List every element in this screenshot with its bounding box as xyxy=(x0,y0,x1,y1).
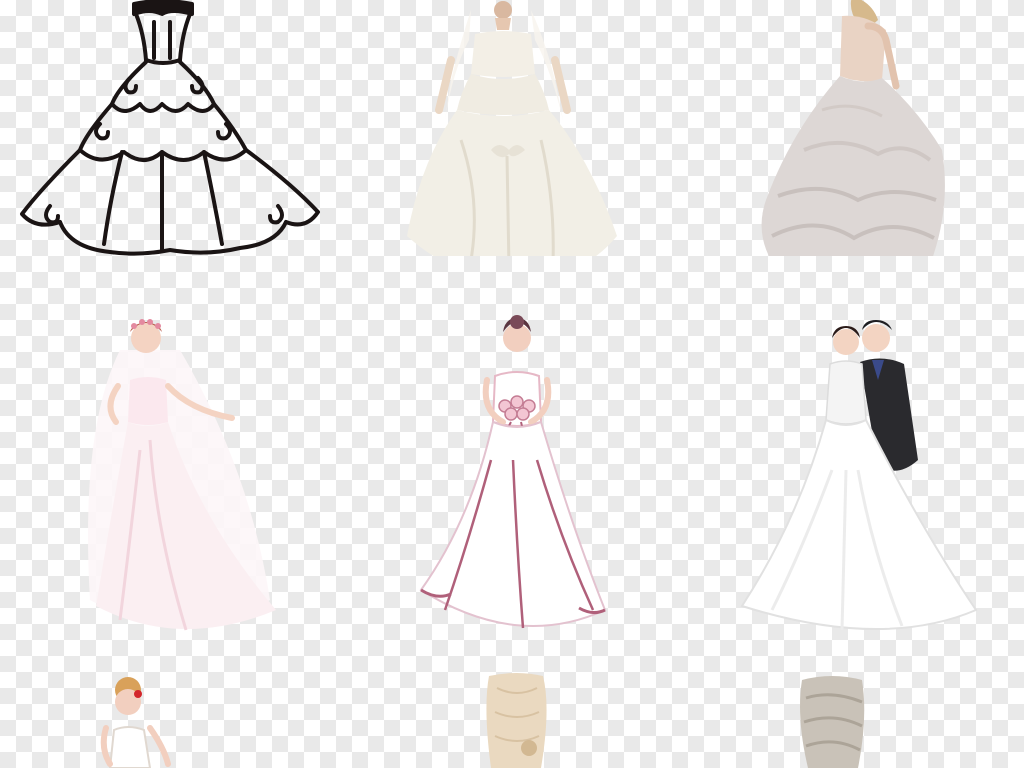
ruffled-gown-figure xyxy=(761,0,945,256)
champagne-lace-bodice xyxy=(341,668,682,768)
cartoon-bride-and-groom xyxy=(682,310,1023,631)
cartoon-bride-partial xyxy=(0,668,341,768)
cartoon-bride-bouquet-figure xyxy=(419,315,607,629)
satin-strapless-bodice xyxy=(682,668,1023,768)
blush-ruffled-gown-bride xyxy=(682,0,1023,256)
cartoon-bride-veil-figure xyxy=(88,319,276,631)
ivory-gown-figure xyxy=(407,1,617,256)
cartoon-bride-with-veil xyxy=(0,310,341,631)
lace-bodice-figure xyxy=(486,673,547,768)
satin-bodice-figure xyxy=(800,676,865,768)
cartoon-bride-with-bouquet xyxy=(341,310,682,629)
line-art-gown-drawing xyxy=(20,0,320,256)
bride-and-groom-figure xyxy=(740,320,978,631)
cartoon-bride-partial-figure xyxy=(100,677,171,768)
line-art-wedding-gown xyxy=(0,0,341,256)
ivory-ball-gown-bride xyxy=(341,0,682,256)
